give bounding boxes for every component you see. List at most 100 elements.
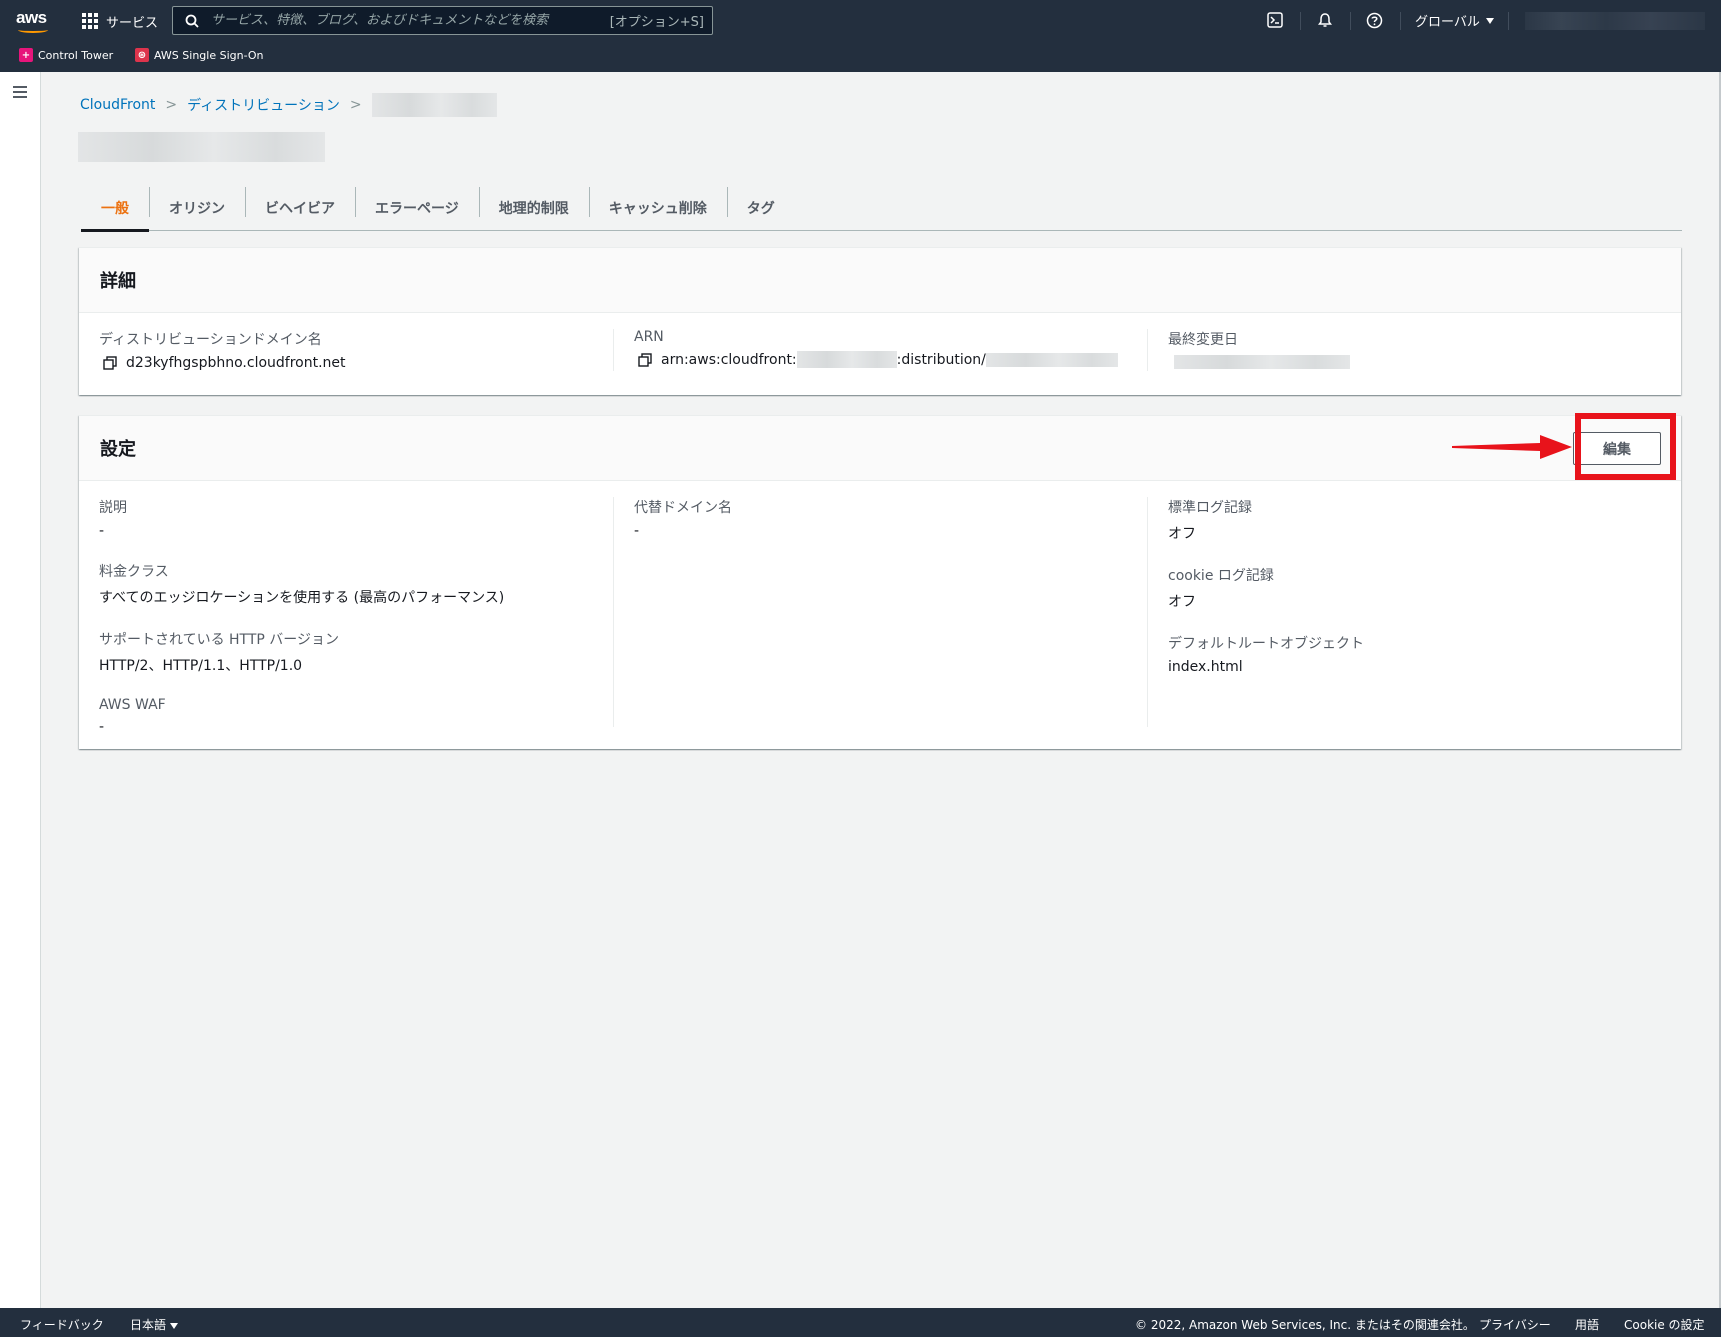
nav-divider bbox=[1350, 12, 1351, 30]
bell-icon[interactable] bbox=[1315, 10, 1335, 30]
breadcrumb: CloudFront > ディストリビューション > bbox=[80, 93, 497, 117]
details-title: 詳細 bbox=[100, 271, 136, 292]
aws-logo[interactable]: aws bbox=[16, 8, 52, 34]
settings-column-2: 代替ドメイン名 - bbox=[613, 497, 1147, 727]
tab-behaviors[interactable]: ビヘイビア bbox=[245, 185, 355, 231]
cookie-settings-link[interactable]: Cookie の設定 bbox=[1624, 1316, 1705, 1333]
waf-value: - bbox=[99, 719, 105, 735]
default-root-object-value: index.html bbox=[1168, 659, 1243, 675]
language-label: 日本語 bbox=[130, 1318, 167, 1332]
caret-down-icon bbox=[1485, 17, 1494, 24]
details-panel: 詳細 ディストリビューションドメイン名 d23kyfhgspbhno.cloud… bbox=[79, 247, 1681, 395]
favorite-label: AWS Single Sign-On bbox=[154, 48, 264, 62]
page-title-redacted bbox=[78, 132, 325, 162]
terms-link[interactable]: 用語 bbox=[1575, 1316, 1599, 1333]
favorite-label: Control Tower bbox=[38, 48, 114, 62]
tab-label: オリジン bbox=[169, 201, 225, 217]
last-modified-label: 最終変更日 bbox=[1168, 332, 1238, 348]
nav-divider bbox=[1400, 12, 1401, 30]
account-id-redacted bbox=[796, 351, 897, 368]
copy-icon[interactable] bbox=[103, 356, 117, 370]
alternate-domain-value: - bbox=[634, 523, 640, 539]
description-value: - bbox=[99, 523, 105, 539]
tab-origins[interactable]: オリジン bbox=[149, 185, 245, 231]
settings-column-3: 標準ログ記録 オフ cookie ログ記録 オフ デフォルトルートオブジェクト … bbox=[1147, 497, 1681, 727]
cookie-logging-value: オフ bbox=[1168, 594, 1196, 610]
breadcrumb-distributions[interactable]: ディストリビューション bbox=[187, 95, 340, 115]
region-selector[interactable]: グローバル bbox=[1415, 11, 1494, 30]
tab-label: キャッシュ削除 bbox=[608, 201, 707, 217]
default-root-object-label: デフォルトルートオブジェクト bbox=[1168, 636, 1364, 652]
top-navigation-main-row: aws サービス [オプション+S] bbox=[0, 0, 1721, 40]
search-bar[interactable]: [オプション+S] bbox=[172, 6, 713, 35]
grid-icon bbox=[82, 13, 98, 29]
side-navigation-rail bbox=[0, 72, 41, 1308]
settings-column-1: 説明 - 料金クラス すべてのエッジロケーションを使用する (最高のパフォーマン… bbox=[79, 497, 613, 735]
details-column-domain: ディストリビューションドメイン名 d23kyfhgspbhno.cloudfro… bbox=[79, 329, 613, 371]
last-modified-value-redacted bbox=[1174, 355, 1350, 369]
annotation-arrow-icon bbox=[1452, 435, 1572, 459]
arn-middle: :distribution/ bbox=[896, 351, 986, 368]
privacy-link[interactable]: プライバシー bbox=[1479, 1316, 1551, 1333]
tab-geo-restriction[interactable]: 地理的制限 bbox=[478, 185, 589, 231]
tab-tags[interactable]: タグ bbox=[726, 185, 795, 231]
breadcrumb-cloudfront[interactable]: CloudFront bbox=[80, 97, 155, 113]
services-label: サービス bbox=[106, 15, 159, 31]
feedback-link[interactable]: フィードバック bbox=[20, 1316, 104, 1333]
price-class-value: すべてのエッジロケーションを使用する (最高のパフォーマンス) bbox=[99, 590, 505, 606]
help-icon[interactable] bbox=[1364, 10, 1384, 30]
domain-value-row: d23kyfhgspbhno.cloudfront.net bbox=[99, 355, 593, 371]
search-icon bbox=[185, 14, 199, 28]
arn-label: ARN bbox=[634, 329, 664, 345]
aws-smile-icon bbox=[18, 27, 48, 33]
tab-label: 地理的制限 bbox=[498, 201, 569, 217]
aws-logo-text: aws bbox=[16, 8, 47, 27]
top-navigation: aws サービス [オプション+S] bbox=[0, 0, 1721, 72]
tab-label: ビヘイビア bbox=[265, 201, 335, 217]
services-menu-button[interactable]: サービス bbox=[82, 10, 158, 32]
standard-logging-value: オフ bbox=[1168, 526, 1196, 542]
account-menu-redacted[interactable] bbox=[1525, 12, 1705, 30]
caret-down-icon bbox=[170, 1322, 179, 1329]
price-class-label: 料金クラス bbox=[99, 564, 169, 580]
description-label: 説明 bbox=[99, 500, 127, 516]
language-selector[interactable]: 日本語 bbox=[130, 1316, 179, 1333]
search-input[interactable] bbox=[211, 13, 610, 28]
settings-title: 設定 bbox=[100, 439, 136, 460]
tab-label: タグ bbox=[746, 201, 775, 217]
footer: フィードバック 日本語 © 2022, Amazon Web Services,… bbox=[0, 1308, 1721, 1337]
favorite-sso[interactable]: ⊛ AWS Single Sign-On bbox=[135, 48, 264, 62]
tab-label: 一般 bbox=[101, 201, 129, 217]
details-panel-header: 詳細 bbox=[79, 248, 1681, 313]
tab-label: エラーページ bbox=[375, 201, 459, 217]
sso-icon: ⊛ bbox=[135, 48, 149, 62]
domain-value: d23kyfhgspbhno.cloudfront.net bbox=[126, 355, 346, 371]
region-label: グローバル bbox=[1415, 15, 1480, 30]
last-modified-value-row bbox=[1168, 355, 1661, 369]
alternate-domain-label: 代替ドメイン名 bbox=[634, 500, 732, 516]
nav-divider bbox=[1300, 12, 1301, 30]
menu-icon[interactable] bbox=[13, 86, 27, 98]
nav-divider bbox=[1508, 12, 1509, 30]
search-shortcut-hint: [オプション+S] bbox=[609, 15, 704, 30]
control-tower-icon: + bbox=[19, 48, 33, 62]
copy-icon[interactable] bbox=[638, 352, 652, 367]
details-columns: ディストリビューションドメイン名 d23kyfhgspbhno.cloudfro… bbox=[79, 313, 1681, 391]
http-versions-label: サポートされている HTTP バージョン bbox=[99, 632, 340, 648]
settings-columns: 説明 - 料金クラス すべてのエッジロケーションを使用する (最高のパフォーマン… bbox=[79, 481, 1681, 735]
tab-general[interactable]: 一般 bbox=[81, 185, 149, 232]
chevron-right-icon: > bbox=[349, 97, 362, 113]
standard-logging-label: 標準ログ記録 bbox=[1168, 500, 1252, 516]
favorite-control-tower[interactable]: + Control Tower bbox=[19, 48, 113, 62]
domain-label: ディストリビューションドメイン名 bbox=[99, 332, 322, 348]
details-column-arn: ARN arn:aws:cloudfront: :distribution/ bbox=[613, 329, 1147, 371]
cookie-logging-label: cookie ログ記録 bbox=[1168, 568, 1274, 584]
settings-panel: 設定 編集 説明 - 料金クラス すべてのエッジロケーションを使用する (最高の… bbox=[79, 415, 1681, 749]
breadcrumb-distribution-id-redacted bbox=[371, 93, 497, 117]
tab-invalidations[interactable]: キャッシュ削除 bbox=[588, 185, 727, 231]
arn-value-row: arn:aws:cloudfront: :distribution/ bbox=[634, 351, 1127, 368]
waf-label: AWS WAF bbox=[99, 697, 166, 713]
tab-error-pages[interactable]: エラーページ bbox=[355, 185, 479, 231]
cloudshell-icon[interactable] bbox=[1265, 10, 1285, 30]
arn-prefix: arn:aws:cloudfront: bbox=[661, 351, 797, 368]
